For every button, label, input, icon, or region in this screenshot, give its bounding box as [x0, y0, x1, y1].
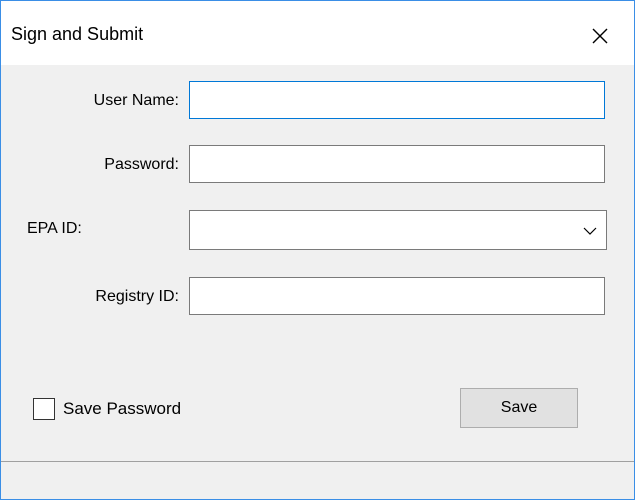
- epa-id-label: EPA ID:: [27, 220, 82, 237]
- save-password-label[interactable]: Save Password: [63, 399, 181, 419]
- password-input[interactable]: [189, 145, 605, 183]
- password-label: Password:: [104, 156, 179, 173]
- close-button[interactable]: [585, 21, 615, 51]
- save-button[interactable]: Save: [460, 388, 578, 428]
- status-bar: [1, 461, 634, 499]
- sign-and-submit-dialog: Sign and Submit User Name: Password: EPA…: [0, 0, 635, 500]
- checkbox-box[interactable]: [33, 398, 55, 420]
- user-name-label: User Name:: [93, 92, 179, 109]
- epa-id-dropdown[interactable]: [189, 210, 607, 250]
- registry-id-label: Registry ID:: [95, 288, 179, 305]
- window-title: Sign and Submit: [11, 24, 144, 44]
- user-name-input[interactable]: [189, 81, 605, 119]
- chevron-down-icon: [583, 227, 597, 235]
- close-icon: [592, 28, 608, 44]
- registry-id-input[interactable]: [189, 277, 605, 315]
- title-bar: Sign and Submit: [1, 1, 634, 65]
